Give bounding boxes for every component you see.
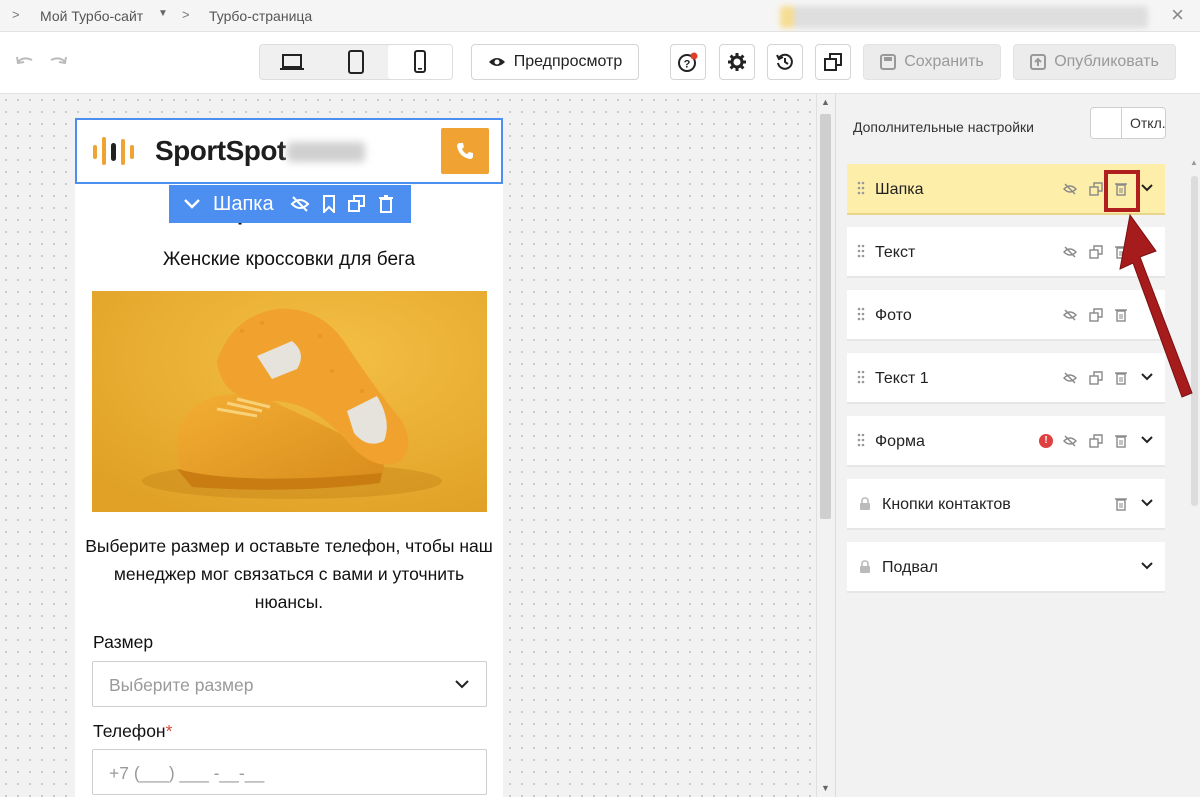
toggle-label: Откл. xyxy=(1130,115,1166,131)
publish-label: Опубликовать xyxy=(1054,53,1159,70)
blurred-caption xyxy=(287,142,365,162)
copy-icon[interactable] xyxy=(1088,433,1104,449)
block-toolbar: Шапка xyxy=(169,185,411,223)
hide-icon[interactable] xyxy=(1062,433,1078,449)
drag-handle-icon[interactable] xyxy=(857,433,865,447)
chevron-down-icon[interactable] xyxy=(1140,433,1154,447)
save-button[interactable]: Сохранить xyxy=(863,44,1001,80)
canvas-scroll-thumb[interactable] xyxy=(820,114,831,519)
tablet-view-button[interactable] xyxy=(324,45,388,79)
hide-icon[interactable] xyxy=(290,196,310,212)
hide-icon[interactable] xyxy=(1062,244,1078,260)
settings-button[interactable] xyxy=(719,44,755,80)
trash-icon[interactable] xyxy=(378,195,394,213)
mobile-view-button[interactable] xyxy=(388,45,452,79)
drag-handle-icon[interactable] xyxy=(857,307,865,321)
block-name: Подвал xyxy=(882,559,938,576)
block-name: Кнопки контактов xyxy=(882,496,1011,513)
drag-handle-icon[interactable] xyxy=(857,181,865,195)
header-block[interactable]: SportSpot xyxy=(75,118,503,184)
block-name: Форма xyxy=(875,433,925,450)
phone-label: Телефон* xyxy=(93,721,172,742)
required-mark: * xyxy=(165,721,173,741)
chevron-right-icon: > xyxy=(12,7,20,22)
block-name: Фото xyxy=(875,307,912,324)
device-switcher xyxy=(259,44,453,80)
block-item-form[interactable]: Форма ! xyxy=(847,416,1165,467)
help-icon: ? xyxy=(678,52,698,72)
tablet-icon xyxy=(348,50,364,74)
phone-icon xyxy=(457,143,473,159)
drag-handle-icon[interactable] xyxy=(857,370,865,384)
error-icon: ! xyxy=(1039,434,1053,448)
block-name: Текст 1 xyxy=(875,370,929,387)
product-subtitle: Женские кроссовки для бега xyxy=(162,249,416,270)
hide-icon[interactable] xyxy=(1062,307,1078,323)
eye-icon xyxy=(488,58,505,66)
svg-text:?: ? xyxy=(684,59,691,71)
annotation-arrow-icon xyxy=(1119,213,1193,398)
mobile-icon xyxy=(414,50,426,73)
block-item-footer[interactable]: Подвал xyxy=(847,542,1165,593)
save-label: Сохранить xyxy=(904,53,984,70)
phone-input[interactable]: +7 (___) ___ -__-__ xyxy=(92,749,487,795)
block-toolbar-label: Шапка xyxy=(213,192,274,215)
hide-icon[interactable] xyxy=(1062,181,1078,197)
duplicate-page-button[interactable] xyxy=(815,44,851,80)
preview-button[interactable]: Предпросмотр xyxy=(471,44,639,80)
preview-label: Предпросмотр xyxy=(513,53,623,70)
close-icon[interactable]: × xyxy=(1171,2,1184,28)
history-icon xyxy=(776,53,793,70)
breadcrumb-page-link[interactable]: Турбо-страница xyxy=(209,8,312,24)
notice-blurred xyxy=(780,6,1148,28)
chevron-down-icon[interactable] xyxy=(1140,559,1154,573)
drag-handle-icon[interactable] xyxy=(857,244,865,258)
redo-icon[interactable] xyxy=(48,54,68,68)
copy-icon xyxy=(824,53,842,71)
product-photo xyxy=(92,291,487,512)
lock-icon xyxy=(860,560,870,573)
form-description: Выберите размер и оставьте телефон, чтоб… xyxy=(85,536,493,612)
scroll-down-icon[interactable]: ▼ xyxy=(821,783,830,793)
trash-icon[interactable] xyxy=(1113,496,1129,512)
trash-icon[interactable] xyxy=(1113,433,1129,449)
undo-icon[interactable] xyxy=(15,54,35,68)
chevron-right-icon: > xyxy=(182,7,190,22)
copy-icon[interactable] xyxy=(347,195,366,213)
advanced-settings-toggle[interactable]: Откл. xyxy=(1090,107,1166,139)
size-label: Размер xyxy=(93,632,154,652)
publish-icon xyxy=(1030,54,1047,70)
save-icon xyxy=(880,54,897,70)
call-button[interactable] xyxy=(441,128,489,174)
hide-icon[interactable] xyxy=(1062,370,1078,386)
bookmark-icon[interactable] xyxy=(322,195,336,213)
size-placeholder: Выберите размер xyxy=(109,675,254,695)
lock-icon xyxy=(860,497,870,510)
laptop-icon xyxy=(280,54,304,70)
phone-placeholder: +7 (___) ___ -__-__ xyxy=(109,763,265,783)
block-name: Шапка xyxy=(875,181,924,198)
gear-icon xyxy=(728,53,746,71)
chevron-down-icon xyxy=(455,680,469,689)
canvas-scrollbar[interactable]: ▲ ▼ xyxy=(816,94,834,797)
chevron-down-icon[interactable] xyxy=(1140,496,1154,510)
advanced-settings-label: Дополнительные настройки xyxy=(853,119,1034,135)
publish-button[interactable]: Опубликовать xyxy=(1013,44,1176,80)
scroll-up-icon[interactable]: ▲ xyxy=(821,97,830,107)
logo-text: SportSpot xyxy=(155,135,286,166)
phone-label-text: Телефон xyxy=(93,721,166,741)
breadcrumb-site-link[interactable]: Мой Турбо-сайт xyxy=(40,8,143,24)
block-item-contact-buttons[interactable]: Кнопки контактов xyxy=(847,479,1165,530)
desktop-view-button[interactable] xyxy=(260,45,324,79)
breadcrumb: > Мой Турбо-сайт ▼ > Турбо-страница × xyxy=(0,0,1200,32)
logo-icon xyxy=(93,137,134,165)
caret-down-icon[interactable]: ▼ xyxy=(158,8,168,19)
block-name: Текст xyxy=(875,244,916,261)
help-button[interactable]: ? xyxy=(670,44,706,80)
size-select[interactable]: Выберите размер xyxy=(92,661,487,707)
chevron-down-icon[interactable] xyxy=(183,198,201,210)
toggle-knob xyxy=(1091,108,1122,138)
history-button[interactable] xyxy=(767,44,803,80)
editor-toolbar: Предпросмотр ? Сохранить Опубликовать xyxy=(0,32,1200,94)
